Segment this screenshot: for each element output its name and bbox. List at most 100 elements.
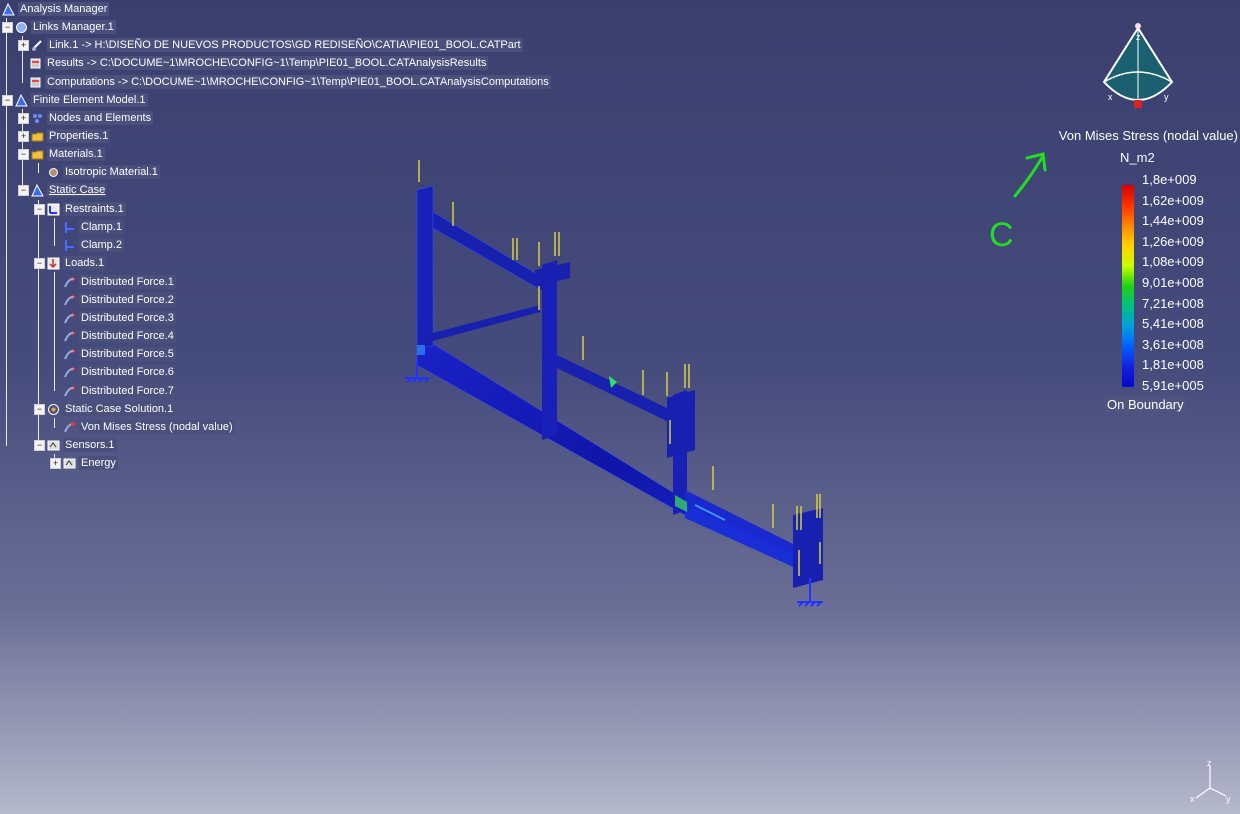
tree-item-energy[interactable]: + Energy [50, 454, 118, 472]
links-manager-icon [15, 21, 28, 34]
tree-item-label: Finite Element Model.1 [31, 93, 148, 107]
tree-connector [6, 100, 7, 446]
tree-item-label: Distributed Force.6 [79, 365, 176, 379]
tree-item-materials[interactable]: − Materials.1 [18, 145, 105, 163]
tree-item-von-mises-image[interactable]: Von Mises Stress (nodal value) [63, 418, 235, 436]
tree-item-results[interactable]: Results -> C:\DOCUME~1\MROCHE\CONFIG~1\T… [29, 54, 489, 72]
collapse-toggle[interactable]: − [18, 184, 29, 196]
tree-connector [54, 272, 55, 391]
solution-icon [47, 403, 60, 416]
tree-item-static-case-solution[interactable]: − Static Case Solution.1 [34, 400, 176, 418]
tree-connector [38, 163, 39, 173]
legend-value: 1,08e+009 [1142, 254, 1204, 270]
tree-item-label: Restraints.1 [63, 202, 126, 216]
tree-item-label: Static Case Solution.1 [63, 402, 176, 416]
annotation-letter: C [989, 216, 1014, 248]
tree-item-label: Properties.1 [47, 129, 111, 143]
tree-item-distributed-force-6[interactable]: Distributed Force.6 [63, 363, 176, 381]
tree-item-computations[interactable]: Computations -> C:\DOCUME~1\MROCHE\CONFI… [29, 73, 551, 91]
tree-item-finite-element-model[interactable]: − Finite Element Model.1 [2, 91, 148, 109]
distributed-force-icon [63, 366, 76, 379]
tree-item-restraints[interactable]: − Restraints.1 [34, 200, 126, 218]
analysis-manager-icon [2, 2, 15, 16]
compass-label-z: z [1136, 32, 1141, 42]
legend-value: 5,41e+008 [1142, 316, 1204, 332]
tree-item-distributed-force-2[interactable]: Distributed Force.2 [63, 291, 176, 309]
tree-item-label: Analysis Manager [18, 2, 110, 16]
tree-item-label: Sensors.1 [63, 438, 117, 452]
tree-item-clamp-1[interactable]: Clamp.1 [63, 218, 124, 236]
collapse-toggle[interactable]: − [34, 439, 45, 451]
tree-item-properties[interactable]: + Properties.1 [18, 127, 111, 145]
collapse-toggle[interactable]: − [34, 257, 45, 269]
axis-label-z: z [1207, 760, 1212, 768]
materials-folder-icon [31, 148, 44, 161]
legend-value: 3,61e+008 [1142, 336, 1204, 352]
tree-item-label: Nodes and Elements [47, 111, 154, 125]
tree-item-distributed-force-1[interactable]: Distributed Force.1 [63, 273, 176, 291]
legend-value: 1,62e+009 [1142, 192, 1204, 208]
tree-item-label: Links Manager.1 [31, 20, 116, 34]
tree-item-loads[interactable]: − Loads.1 [34, 254, 107, 272]
expand-toggle[interactable]: + [18, 112, 29, 124]
tree-item-label: Link.1 -> H:\DISEÑO DE NUEVOS PRODUCTOS\… [47, 38, 523, 52]
axis-triad-icon: z x y [1190, 760, 1231, 804]
tree-item-nodes-elements[interactable]: + Nodes and Elements [18, 109, 154, 127]
tree-item-distributed-force-7[interactable]: Distributed Force.7 [63, 382, 176, 400]
distributed-force-icon [63, 348, 76, 361]
collapse-toggle[interactable]: − [34, 203, 45, 215]
link-icon [31, 39, 44, 52]
legend-unit: N_m2 [1120, 150, 1155, 165]
distributed-force-icon [63, 312, 76, 325]
collapse-toggle[interactable]: − [34, 403, 45, 415]
collapse-toggle[interactable]: − [2, 21, 13, 33]
expand-toggle[interactable]: + [18, 130, 29, 142]
expand-toggle[interactable]: + [18, 39, 29, 51]
tree-item-sensors[interactable]: − Sensors.1 [34, 436, 117, 454]
legend-title: Von Mises Stress (nodal value) [1058, 128, 1238, 143]
tree-item-label: Distributed Force.5 [79, 347, 176, 361]
axis-label-y: y [1226, 794, 1231, 804]
clamp-icon [63, 221, 76, 234]
tree-item-analysis-manager[interactable]: Analysis Manager [2, 0, 110, 18]
tree-item-label: Clamp.2 [79, 238, 124, 252]
color-legend[interactable]: Von Mises Stress (nodal value) N_m2 1,8e… [1050, 128, 1240, 418]
tree-item-label: Clamp.1 [79, 220, 124, 234]
legend-values: 1,8e+009 1,62e+009 1,44e+009 1,26e+009 1… [1142, 170, 1204, 397]
tree-item-label: Distributed Force.2 [79, 293, 176, 307]
tree-item-links-manager[interactable]: − Links Manager.1 [2, 18, 116, 36]
axis-label-x: x [1190, 794, 1195, 804]
tree-item-label: Von Mises Stress (nodal value) [79, 420, 235, 434]
collapse-toggle[interactable]: − [18, 148, 29, 160]
compass-icon[interactable]: z x y [1096, 22, 1180, 120]
distributed-force-icon [63, 276, 76, 289]
tree-item-label: Isotropic Material.1 [63, 165, 160, 179]
tree-item-label: Distributed Force.7 [79, 384, 176, 398]
tree-item-label: Loads.1 [63, 256, 107, 270]
collapse-toggle[interactable]: − [2, 94, 13, 106]
tree-item-label: Distributed Force.1 [79, 275, 176, 289]
tree-connector [54, 218, 55, 246]
legend-value: 1,44e+009 [1142, 213, 1204, 229]
legend-footer: On Boundary [1105, 397, 1186, 412]
frame-mesh [416, 185, 823, 588]
tree-item-distributed-force-5[interactable]: Distributed Force.5 [63, 345, 176, 363]
legend-color-bar [1122, 185, 1134, 387]
clamp-icon [63, 239, 76, 252]
tree-item-clamp-2[interactable]: Clamp.2 [63, 236, 124, 254]
fem-icon [15, 93, 28, 107]
tree-item-label: Materials.1 [47, 147, 105, 161]
stress-result-model[interactable] [395, 150, 845, 620]
tree-item-static-case[interactable]: − Static Case [18, 181, 108, 199]
computations-file-icon [29, 76, 42, 89]
distributed-force-icon [63, 294, 76, 307]
legend-value: 1,81e+008 [1142, 357, 1204, 373]
tree-item-isotropic-material[interactable]: Isotropic Material.1 [47, 163, 160, 181]
tree-item-link[interactable]: + Link.1 -> H:\DISEÑO DE NUEVOS PRODUCTO… [18, 36, 523, 54]
tree-item-distributed-force-3[interactable]: Distributed Force.3 [63, 309, 176, 327]
static-case-icon [31, 183, 44, 197]
legend-value: 9,01e+008 [1142, 274, 1204, 290]
distributed-force-icon [63, 385, 76, 398]
expand-toggle[interactable]: + [50, 457, 61, 469]
tree-item-distributed-force-4[interactable]: Distributed Force.4 [63, 327, 176, 345]
